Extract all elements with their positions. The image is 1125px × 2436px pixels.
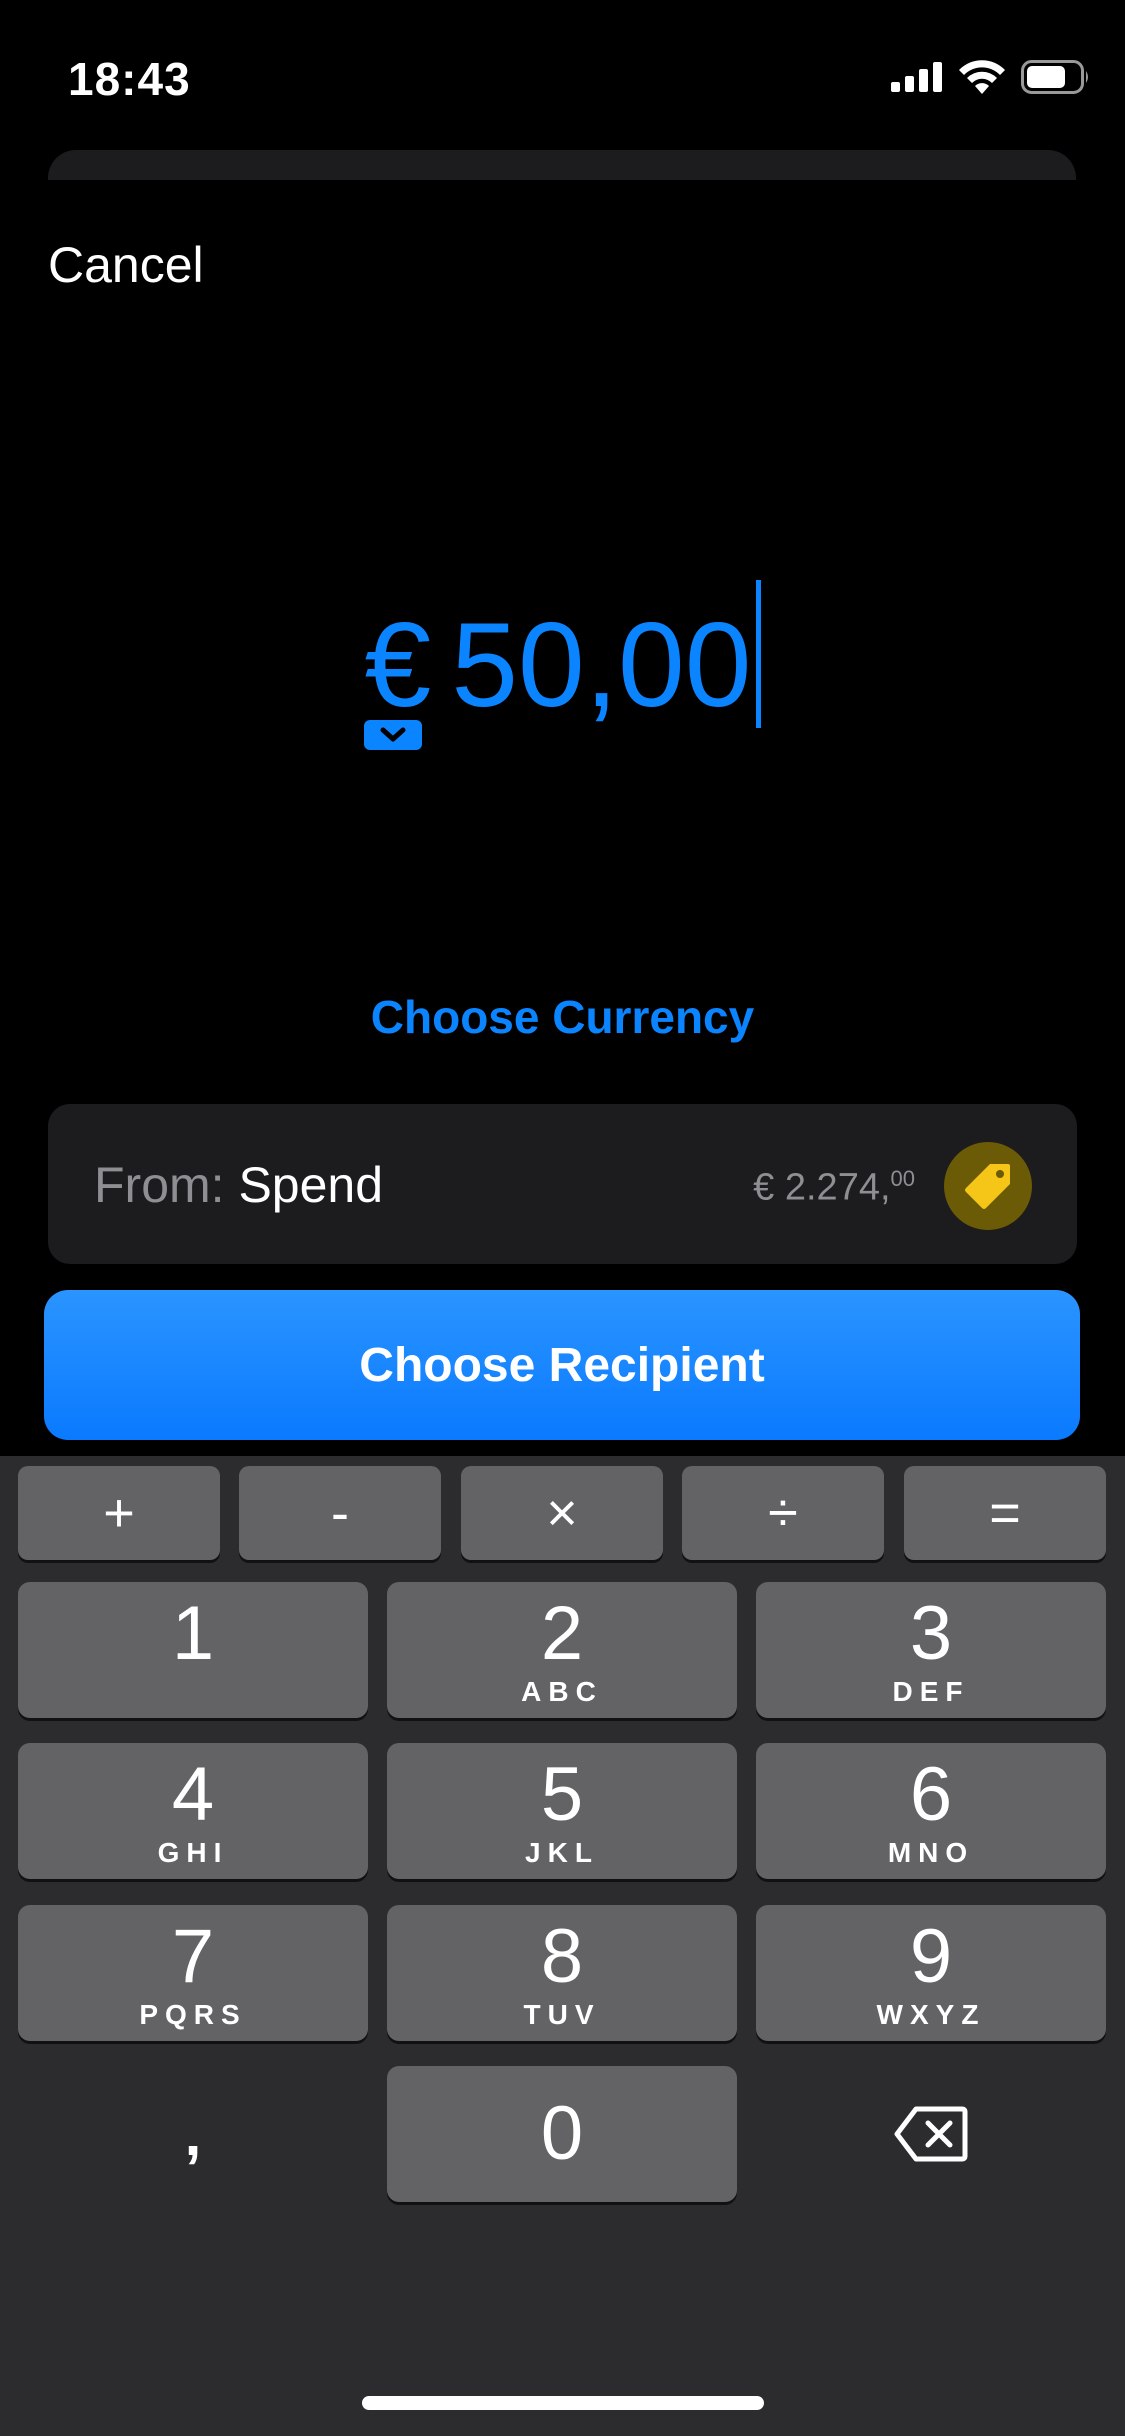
key-7[interactable]: 7 PQRS (18, 1905, 368, 2041)
from-label: From: (94, 1157, 225, 1213)
key-3[interactable]: 3 DEF (756, 1582, 1106, 1718)
cancel-button[interactable]: Cancel (48, 236, 204, 294)
cellular-signal-icon (891, 62, 942, 92)
key-6[interactable]: 6 MNO (756, 1743, 1106, 1879)
battery-icon (1021, 60, 1088, 94)
wifi-icon (959, 60, 1005, 94)
currency-chevron-down-icon[interactable] (364, 720, 422, 750)
status-icons (891, 60, 1091, 94)
amount-value: 50,00 (451, 598, 752, 732)
key-0[interactable]: 0 (387, 2066, 737, 2202)
choose-currency-button[interactable]: Choose Currency (0, 990, 1125, 1044)
comma-key[interactable]: , (18, 2066, 368, 2202)
text-cursor (755, 580, 761, 728)
from-account-name: Spend (238, 1157, 384, 1213)
backspace-icon (894, 2106, 968, 2162)
account-tag-badge (944, 1142, 1032, 1230)
price-tag-icon (965, 1164, 1010, 1209)
plus-key[interactable]: + (18, 1466, 220, 1560)
sheet-background-edge (48, 150, 1076, 180)
home-indicator (362, 2396, 764, 2410)
currency-symbol[interactable]: € (364, 598, 431, 732)
key-9[interactable]: 9 WXYZ (756, 1905, 1106, 2041)
key-1[interactable]: 1 (18, 1582, 368, 1718)
choose-recipient-button[interactable]: Choose Recipient (44, 1290, 1080, 1440)
amount-display[interactable]: €50,00 (0, 580, 1125, 730)
balance-main: € 2.274, (753, 1166, 891, 1209)
minus-key[interactable]: - (239, 1466, 441, 1560)
key-2[interactable]: 2 ABC (387, 1582, 737, 1718)
divide-key[interactable]: ÷ (682, 1466, 884, 1560)
status-time: 18:43 (68, 53, 191, 105)
from-account-row: From: Spend (94, 1156, 383, 1214)
key-5[interactable]: 5 JKL (387, 1743, 737, 1879)
backspace-key[interactable] (756, 2066, 1106, 2202)
multiply-key[interactable]: × (461, 1466, 663, 1560)
balance-cents: 00 (890, 1166, 915, 1191)
key-8[interactable]: 8 TUV (387, 1905, 737, 2041)
account-balance: € 2.274,00 (753, 1166, 915, 1210)
equals-key[interactable]: = (904, 1466, 1106, 1560)
key-4[interactable]: 4 GHI (18, 1743, 368, 1879)
